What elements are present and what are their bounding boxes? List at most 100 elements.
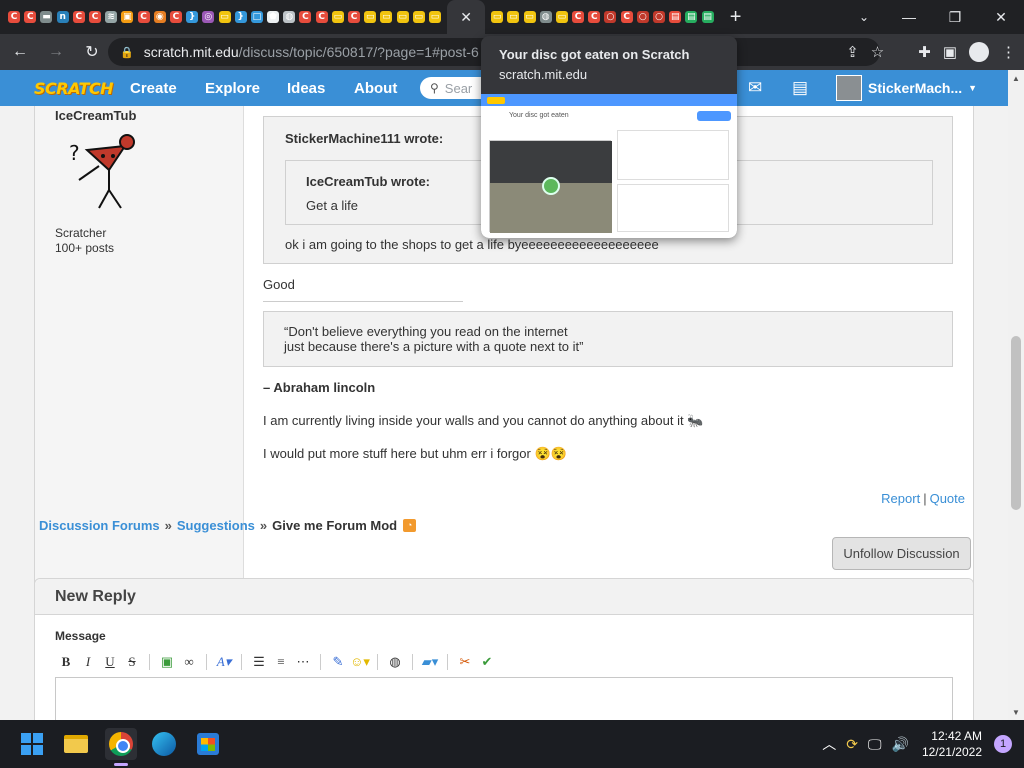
network-icon[interactable]: 🖵	[868, 736, 882, 753]
browser-tab[interactable]: ○	[635, 0, 651, 34]
browser-tab[interactable]: ▭	[489, 0, 505, 34]
reload-icon[interactable]: ↻	[76, 36, 108, 68]
browser-tab[interactable]: ◉	[152, 0, 168, 34]
user-menu[interactable]: StickerMach... ▼	[836, 74, 977, 102]
chrome-taskbar-icon[interactable]	[105, 728, 137, 760]
globe-icon[interactable]: ◍	[384, 652, 406, 672]
font-style-icon[interactable]: A▾	[213, 652, 235, 672]
active-tab[interactable]: ✕	[447, 0, 486, 34]
browser-tab[interactable]: C	[570, 0, 586, 34]
volume-icon[interactable]: 🔊	[892, 736, 909, 753]
strikethrough-icon[interactable]: S	[121, 652, 143, 672]
italic-icon[interactable]: I	[77, 652, 99, 672]
restore-icon[interactable]: ❐	[932, 0, 978, 34]
browser-tab[interactable]: ◎	[200, 0, 216, 34]
start-button[interactable]	[16, 728, 48, 760]
edge-icon[interactable]	[148, 728, 180, 760]
browser-tab[interactable]: C	[297, 0, 313, 34]
my-stuff-icon[interactable]: ▤	[792, 78, 808, 98]
browser-tab[interactable]: ◍	[281, 0, 297, 34]
back-icon[interactable]: ←	[4, 36, 36, 68]
minimize-icon[interactable]: —	[886, 0, 932, 34]
code-block-icon[interactable]: ▰▾	[419, 652, 441, 672]
nav-explore[interactable]: Explore	[205, 70, 260, 106]
page-scrollbar[interactable]: ▲ ▼	[1008, 70, 1024, 720]
browser-tab[interactable]: C	[586, 0, 602, 34]
browser-tab[interactable]: ▭	[505, 0, 521, 34]
browser-tab[interactable]: ▭	[330, 0, 346, 34]
store-icon[interactable]	[192, 728, 224, 760]
notification-badge[interactable]: 1	[994, 735, 1012, 753]
browser-tab[interactable]: ▭	[554, 0, 570, 34]
message-textarea[interactable]	[55, 677, 953, 720]
close-window-icon[interactable]: ✕	[978, 0, 1024, 34]
browser-tab[interactable]: ▭	[362, 0, 378, 34]
browser-tab[interactable]: ◍	[538, 0, 554, 34]
browser-tab[interactable]: C	[6, 0, 22, 34]
scratch-logo[interactable]: SCRATCH	[34, 77, 113, 99]
new-tab-icon[interactable]: +	[730, 6, 742, 29]
breadcrumb-suggestions[interactable]: Suggestions	[177, 518, 255, 533]
browser-tab[interactable]: ≋	[103, 0, 119, 34]
close-tab-icon[interactable]: ✕	[460, 9, 472, 26]
browser-tab[interactable]: C	[168, 0, 184, 34]
browser-tab[interactable]: C	[314, 0, 330, 34]
browser-tab[interactable]: ▭	[378, 0, 394, 34]
lock-icon[interactable]: 🔒	[120, 46, 134, 59]
extensions-icon[interactable]: ✚	[918, 43, 931, 61]
browser-tab[interactable]: ▭	[427, 0, 443, 34]
scroll-down-icon[interactable]: ▼	[1008, 704, 1024, 720]
bullet-list-icon[interactable]: ☰	[248, 652, 270, 672]
image-icon[interactable]: ▣	[156, 652, 178, 672]
browser-tab[interactable]: ▬	[38, 0, 54, 34]
browser-tab[interactable]: C	[22, 0, 38, 34]
bookmark-star-icon[interactable]: ☆	[871, 43, 884, 61]
browser-tab[interactable]: }	[233, 0, 249, 34]
browser-tab[interactable]: C	[71, 0, 87, 34]
scroll-up-icon[interactable]: ▲	[1008, 70, 1024, 86]
unfollow-discussion-button[interactable]: Unfollow Discussion	[832, 537, 971, 570]
author-avatar[interactable]: ?	[65, 130, 149, 214]
bold-icon[interactable]: B	[55, 652, 77, 672]
forward-icon[interactable]: →	[40, 36, 72, 68]
browser-tab[interactable]: C	[619, 0, 635, 34]
browser-tab[interactable]: }	[184, 0, 200, 34]
browser-tab[interactable]: C	[346, 0, 362, 34]
nav-ideas[interactable]: Ideas	[287, 70, 325, 106]
tab-search-icon[interactable]: ⌄	[852, 0, 876, 34]
report-link[interactable]: Report	[881, 491, 920, 506]
share-icon[interactable]: ⇪	[846, 43, 859, 61]
chevron-up-icon[interactable]: ︿	[822, 734, 836, 754]
sync-icon[interactable]: ⟳	[846, 736, 858, 753]
browser-tab[interactable]: ▭	[411, 0, 427, 34]
post-author-name[interactable]: IceCreamTub	[55, 108, 136, 123]
smiley-icon[interactable]: ☺▾	[349, 652, 371, 672]
browser-tab[interactable]: ○	[602, 0, 618, 34]
quote-link[interactable]: Quote	[930, 491, 965, 506]
browser-tab[interactable]: ▤	[700, 0, 716, 34]
clear-format-icon[interactable]: ✂	[454, 652, 476, 672]
browser-tab[interactable]: C	[87, 0, 103, 34]
nav-create[interactable]: Create	[130, 70, 177, 106]
browser-tab[interactable]: ▣	[119, 0, 135, 34]
browser-tab[interactable]: ▤	[667, 0, 683, 34]
file-explorer-icon[interactable]	[60, 728, 92, 760]
browser-tab[interactable]: ▤	[683, 0, 699, 34]
link-icon[interactable]: ∞	[178, 652, 200, 672]
scrollbar-thumb[interactable]	[1011, 336, 1021, 510]
nav-about[interactable]: About	[354, 70, 397, 106]
numbered-list-icon[interactable]: ≡	[270, 652, 292, 672]
profile-avatar-icon[interactable]	[969, 42, 989, 62]
browser-tab[interactable]: ▭	[216, 0, 232, 34]
browser-tab[interactable]: ▭	[521, 0, 537, 34]
underline-icon[interactable]: U	[99, 652, 121, 672]
rss-feed-icon[interactable]: ◔	[403, 519, 417, 532]
browser-tab[interactable]: n	[55, 0, 71, 34]
clock[interactable]: 12:42 AM 12/21/2022	[922, 728, 982, 760]
browser-tab[interactable]: ⬟	[265, 0, 281, 34]
browser-tab[interactable]: □	[249, 0, 265, 34]
list-item-icon[interactable]: ⋯	[292, 652, 314, 672]
browser-tab[interactable]: ○	[651, 0, 667, 34]
menu-kebab-icon[interactable]: ⋮	[1001, 43, 1016, 61]
checkmark-icon[interactable]: ✔	[476, 652, 498, 672]
